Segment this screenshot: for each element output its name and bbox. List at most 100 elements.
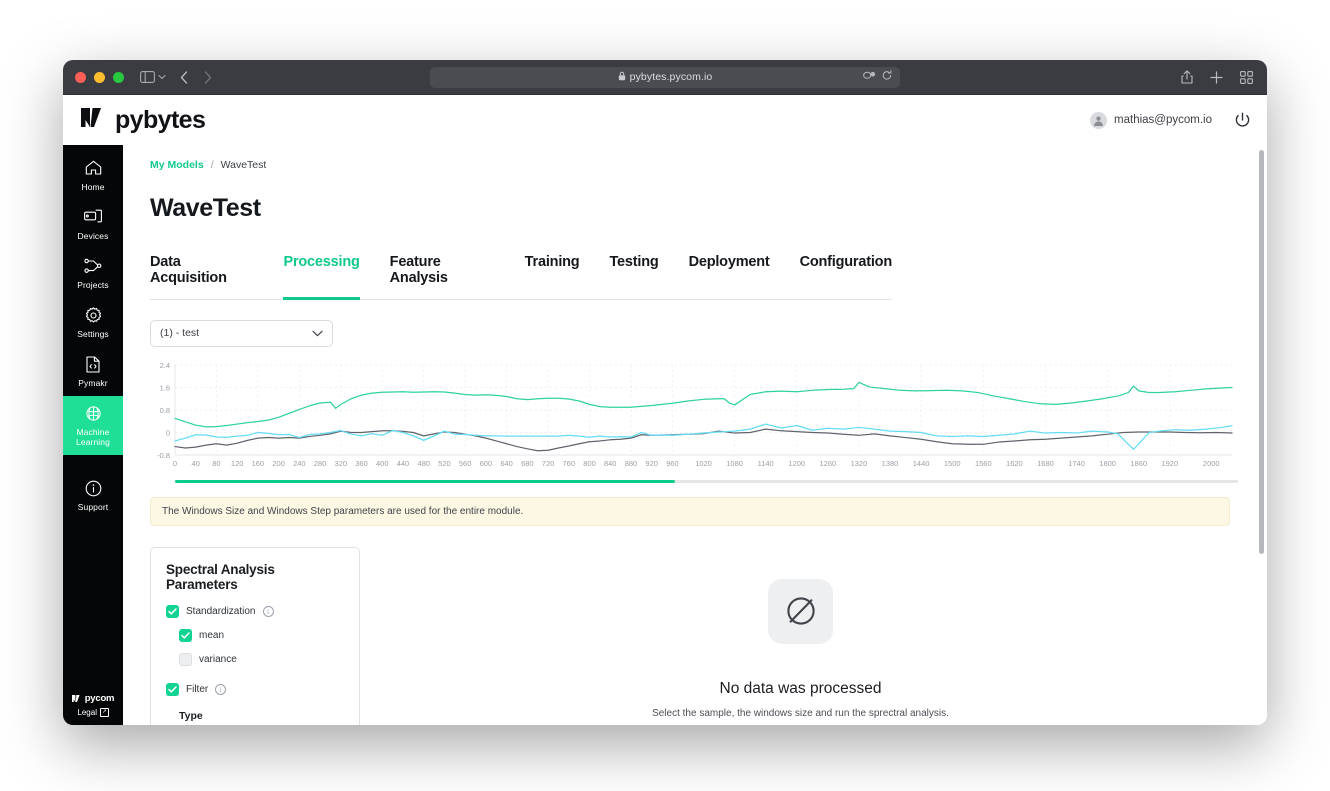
extensions-icon[interactable] (863, 70, 876, 84)
svg-text:1080: 1080 (726, 459, 743, 468)
filter-checkbox[interactable] (166, 682, 179, 696)
variance-row[interactable]: variance (179, 652, 344, 666)
breadcrumb-parent-link[interactable]: My Models (150, 159, 204, 171)
content-scroll-area: My Models / WaveTest WaveTest Data Acqui… (123, 145, 1267, 725)
svg-text:880: 880 (625, 459, 638, 468)
sidebar-icon[interactable] (140, 71, 155, 83)
legal-link[interactable]: Legal ↗ (77, 708, 109, 717)
svg-text:1.6: 1.6 (160, 383, 170, 392)
sidebar-item-home[interactable]: Home (63, 151, 123, 200)
svg-text:800: 800 (583, 459, 596, 468)
minimize-window-button[interactable] (94, 71, 105, 83)
svg-text:1440: 1440 (913, 459, 930, 468)
variance-checkbox[interactable] (179, 652, 192, 666)
tab-feature-analysis[interactable]: Feature Analysis (390, 254, 495, 300)
power-icon[interactable] (1234, 112, 1251, 129)
sample-select[interactable]: (1) - test (150, 319, 333, 347)
svg-text:1500: 1500 (944, 459, 961, 468)
home-icon (85, 160, 102, 177)
sidebar-item-devices[interactable]: Devices (63, 200, 123, 249)
svg-text:40: 40 (192, 459, 200, 468)
svg-text:960: 960 (666, 459, 679, 468)
sidebar-nav: Home Devices Projects Settings Pymakr Ma… (63, 145, 123, 725)
code-file-icon (86, 356, 100, 373)
sidebar-item-label: Settings (77, 329, 109, 339)
tab-processing[interactable]: Processing (283, 254, 360, 300)
projects-icon (84, 258, 102, 275)
filter-row[interactable]: Filter i (166, 682, 344, 696)
svg-text:1140: 1140 (758, 459, 774, 468)
chevron-down-icon[interactable] (158, 74, 166, 80)
sidebar-item-support[interactable]: Support (63, 471, 123, 520)
window-traffic-lights[interactable] (75, 71, 124, 83)
tab-testing[interactable]: Testing (609, 254, 658, 300)
brand-logo-group[interactable]: pybytes (81, 106, 206, 135)
sidebar-item-projects[interactable]: Projects (63, 249, 123, 298)
sidebar-item-label: Pymakr (78, 378, 108, 388)
info-icon[interactable]: i (262, 605, 274, 617)
chart-horizontal-scrollbar[interactable] (175, 479, 1238, 483)
svg-text:240: 240 (293, 459, 306, 468)
mean-checkbox[interactable] (179, 628, 192, 642)
close-window-button[interactable] (75, 71, 86, 83)
tab-overview-icon[interactable] (1240, 70, 1253, 84)
svg-text:1620: 1620 (1006, 459, 1023, 468)
tab-deployment[interactable]: Deployment (689, 254, 770, 300)
svg-text:2.4: 2.4 (160, 361, 170, 370)
sidebar-item-pymakr[interactable]: Pymakr (63, 347, 123, 396)
page-scrollbar[interactable] (1259, 150, 1264, 720)
svg-text:480: 480 (417, 459, 430, 468)
svg-text:80: 80 (212, 459, 220, 468)
page-title: WaveTest (150, 194, 261, 222)
standardization-checkbox[interactable] (166, 604, 179, 618)
new-tab-icon[interactable] (1210, 70, 1223, 84)
svg-text:2000: 2000 (1203, 459, 1220, 468)
page-scrollbar-thumb[interactable] (1259, 150, 1264, 554)
zoom-window-button[interactable] (113, 71, 124, 83)
svg-text:1260: 1260 (820, 459, 837, 468)
svg-text:1020: 1020 (695, 459, 712, 468)
breadcrumb-current: WaveTest (220, 159, 267, 171)
svg-text:1560: 1560 (975, 459, 992, 468)
external-link-icon: ↗ (99, 708, 109, 717)
svg-text:840: 840 (604, 459, 617, 468)
svg-text:1200: 1200 (788, 459, 805, 468)
filter-type-label: Type (179, 709, 203, 722)
tab-configuration[interactable]: Configuration (800, 254, 893, 300)
svg-text:640: 640 (500, 459, 513, 468)
tab-training[interactable]: Training (525, 254, 580, 300)
tab-bar: Data Acquisition Processing Feature Anal… (150, 254, 892, 300)
signal-chart[interactable]: 2.4 1.6 0.8 0 -0.8 0 40 80 120 160 200 240 280 320 360… (150, 359, 1241, 483)
svg-text:-0.8: -0.8 (157, 451, 170, 460)
svg-text:1800: 1800 (1099, 459, 1116, 468)
svg-text:720: 720 (542, 459, 555, 468)
account-menu[interactable]: mathias@pycom.io (1090, 111, 1212, 129)
share-icon[interactable] (1181, 70, 1193, 84)
svg-text:200: 200 (272, 459, 285, 468)
pybytes-mark-icon (81, 108, 108, 132)
pycom-logo[interactable]: pycom (71, 693, 115, 704)
svg-text:560: 560 (459, 459, 472, 468)
browser-titlebar: pybytes.pycom.io (63, 60, 1267, 95)
svg-text:1740: 1740 (1068, 459, 1085, 468)
standardization-row[interactable]: Standardization i (166, 604, 344, 618)
chart-scrollbar-thumb[interactable] (175, 479, 675, 483)
svg-text:160: 160 (252, 459, 265, 468)
sidebar-item-settings[interactable]: Settings (63, 298, 123, 347)
reload-icon[interactable] (882, 70, 892, 84)
pycom-mark-icon (71, 695, 80, 702)
svg-text:400: 400 (376, 459, 389, 468)
sidebar-item-label: Machine Learning (76, 427, 110, 447)
empty-state: No data was processed Select the sample,… (360, 547, 1241, 726)
mean-row[interactable]: mean (179, 628, 344, 642)
url-bar[interactable]: pybytes.pycom.io (430, 66, 900, 88)
sidebar-item-machine-learning[interactable]: Machine Learning (63, 396, 123, 455)
svg-text:0: 0 (173, 459, 177, 468)
back-icon[interactable] (180, 70, 188, 84)
pycom-logo-text: pycom (84, 693, 115, 704)
svg-text:1920: 1920 (1161, 459, 1178, 468)
legal-label: Legal (77, 708, 97, 717)
tab-data-acquisition[interactable]: Data Acquisition (150, 254, 253, 300)
info-icon[interactable]: i (215, 683, 227, 695)
lock-icon (618, 71, 626, 83)
